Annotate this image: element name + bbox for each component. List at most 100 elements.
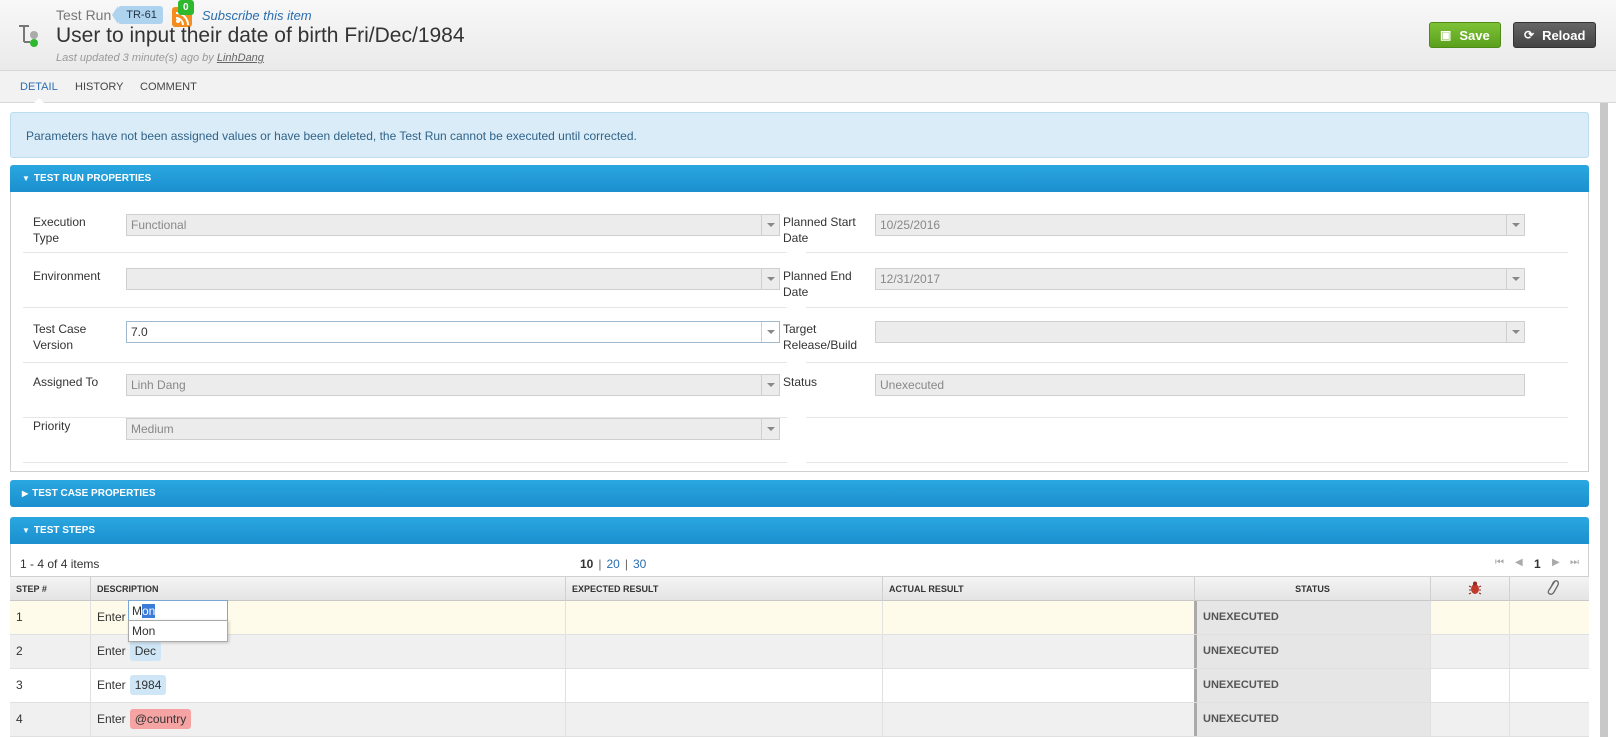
- step-status[interactable]: UNEXECUTED: [1194, 635, 1430, 668]
- incident-cell[interactable]: [1430, 703, 1509, 736]
- caret-down-icon: ▼: [22, 526, 30, 535]
- attachment-cell[interactable]: [1509, 703, 1589, 736]
- selected-text: on: [142, 604, 156, 618]
- page-size-10[interactable]: 10: [580, 557, 593, 571]
- planned-start-label: Planned Start Date: [783, 215, 856, 245]
- paperclip-icon: [1547, 580, 1559, 595]
- pager-info: 1 - 4 of 4 items: [20, 557, 100, 571]
- test-run-properties-header[interactable]: ▼ TEST RUN PROPERTIES: [10, 165, 1589, 192]
- test-steps-header[interactable]: ▼ TEST STEPS: [10, 517, 1589, 544]
- step-number: 2: [16, 644, 23, 658]
- artifact-id-tag: TR-61: [112, 6, 163, 24]
- page-scrollbar[interactable]: [1600, 103, 1608, 737]
- planned-end-label: Planned End Date: [783, 269, 852, 299]
- planned-start-field[interactable]: 10/25/2016: [875, 214, 1525, 236]
- planned-end-field[interactable]: 12/31/2017: [875, 268, 1525, 290]
- parameter-tag[interactable]: 1984: [129, 675, 167, 695]
- step-status[interactable]: UNEXECUTED: [1194, 601, 1430, 634]
- autocomplete-suggestion[interactable]: Mon: [128, 620, 228, 642]
- table-row[interactable]: 1 Enter UNEXECUTED: [10, 601, 1589, 635]
- test-case-version-select[interactable]: 7.0: [126, 321, 780, 343]
- assigned-to-label: Assigned To: [33, 375, 99, 389]
- panel-title: TEST RUN PROPERTIES: [33, 173, 152, 184]
- step-status[interactable]: UNEXECUTED: [1194, 703, 1430, 736]
- page-title: User to input their date of birth Fri/De…: [56, 24, 465, 47]
- attachment-cell[interactable]: [1509, 601, 1589, 634]
- page-size-30[interactable]: 30: [633, 557, 646, 571]
- expected-result-cell[interactable]: [565, 635, 882, 668]
- parameter-input[interactable]: Mon: [128, 600, 228, 622]
- col-status[interactable]: STATUS: [1194, 577, 1430, 601]
- test-case-version-label: Test Case Version: [33, 322, 87, 352]
- actual-result-cell[interactable]: [882, 703, 1194, 736]
- tab-history[interactable]: HISTORY: [75, 71, 124, 103]
- actual-result-cell[interactable]: [882, 635, 1194, 668]
- target-release-select[interactable]: [875, 321, 1525, 343]
- description-prefix: Enter: [97, 610, 126, 624]
- reload-label: Reload: [1542, 27, 1586, 43]
- environment-select[interactable]: [126, 268, 780, 290]
- actual-result-cell[interactable]: [882, 601, 1194, 634]
- table-row[interactable]: 4 Enter @country UNEXECUTED: [10, 703, 1589, 737]
- test-run-icon: [19, 25, 38, 47]
- subscribe-link[interactable]: Subscribe this item: [202, 8, 312, 23]
- save-button[interactable]: ▣ Save: [1429, 22, 1501, 48]
- step-description[interactable]: Enter 1984: [90, 669, 565, 702]
- last-page-icon[interactable]: ⏭: [1570, 557, 1579, 568]
- next-page-icon[interactable]: ▶: [1552, 557, 1560, 568]
- actual-result-cell[interactable]: [882, 669, 1194, 702]
- page-size-selector: 10 | 20 | 30: [580, 557, 647, 571]
- dropdown-arrow-icon: [1506, 269, 1524, 289]
- step-status[interactable]: UNEXECUTED: [1194, 669, 1430, 702]
- subscribe-button[interactable]: 0: [171, 0, 194, 27]
- missing-parameter-tag[interactable]: @country: [129, 709, 192, 729]
- tab-detail[interactable]: DETAIL: [20, 71, 58, 104]
- incident-cell[interactable]: [1430, 635, 1509, 668]
- prev-page-icon[interactable]: ◀: [1515, 557, 1523, 568]
- artifact-type: Test Run: [56, 7, 112, 23]
- planned-start-value: 10/25/2016: [880, 218, 941, 232]
- page-header: Test Run TR-61 0 Subscribe this item Use…: [0, 0, 1616, 71]
- expected-result-cell[interactable]: [565, 703, 882, 736]
- step-number: 4: [16, 712, 23, 726]
- environment-label: Environment: [33, 269, 101, 283]
- table-row[interactable]: 3 Enter 1984 UNEXECUTED: [10, 669, 1589, 703]
- reload-button[interactable]: ⟳ Reload: [1513, 22, 1596, 48]
- test-run-properties-panel: Execution Type Functional Environment Te…: [10, 192, 1589, 472]
- col-step[interactable]: STEP #: [10, 577, 90, 601]
- step-number: 3: [16, 678, 23, 692]
- dropdown-arrow-icon: [761, 375, 779, 395]
- floppy-icon: ▣: [1440, 28, 1452, 42]
- updated-by-link[interactable]: LinhDang: [217, 52, 264, 64]
- parameter-tag[interactable]: Dec: [129, 641, 162, 661]
- parameter-warning-alert: Parameters have not been assigned values…: [10, 112, 1589, 158]
- attachment-cell[interactable]: [1509, 635, 1589, 668]
- col-actual-result[interactable]: ACTUAL RESULT: [882, 577, 1194, 601]
- execution-type-label: Execution Type: [33, 215, 86, 245]
- execution-type-value: Functional: [131, 218, 187, 232]
- test-case-version-value: 7.0: [131, 325, 148, 339]
- current-page[interactable]: 1: [1534, 557, 1541, 571]
- incident-cell[interactable]: [1430, 601, 1509, 634]
- panel-title: TEST CASE PROPERTIES: [32, 488, 156, 499]
- priority-select[interactable]: Medium: [126, 418, 780, 440]
- grid-header: STEP # DESCRIPTION EXPECTED RESULT ACTUA…: [10, 576, 1589, 601]
- bug-icon: [1468, 581, 1482, 595]
- status-field: Unexecuted: [875, 374, 1525, 396]
- col-expected-result[interactable]: EXPECTED RESULT: [565, 577, 882, 601]
- expected-result-cell[interactable]: [565, 601, 882, 634]
- page-size-20[interactable]: 20: [606, 557, 619, 571]
- breadcrumb: Test Run TR-61 0 Subscribe this item: [56, 0, 312, 27]
- attachment-cell[interactable]: [1509, 669, 1589, 702]
- table-row[interactable]: 2 Enter Dec UNEXECUTED: [10, 635, 1589, 669]
- step-description[interactable]: Enter @country: [90, 703, 565, 736]
- execution-type-select[interactable]: Functional: [126, 214, 780, 236]
- expected-result-cell[interactable]: [565, 669, 882, 702]
- test-case-properties-header[interactable]: ▶ TEST CASE PROPERTIES: [10, 480, 1589, 507]
- assigned-to-select[interactable]: Linh Dang: [126, 374, 780, 396]
- col-description[interactable]: DESCRIPTION: [90, 577, 565, 601]
- prop-row: [806, 410, 1568, 463]
- first-page-icon[interactable]: ⏮: [1495, 557, 1504, 568]
- tab-comment[interactable]: COMMENT: [140, 71, 197, 103]
- incident-cell[interactable]: [1430, 669, 1509, 702]
